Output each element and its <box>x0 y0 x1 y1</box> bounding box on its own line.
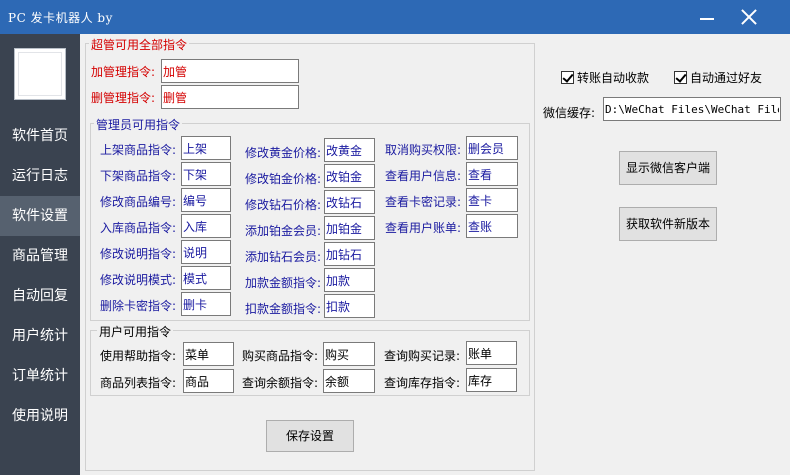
admin-input[interactable] <box>181 240 231 264</box>
user-label: 使用帮助指令: <box>100 349 177 363</box>
auto-friend-checkbox[interactable]: 自动通过好友 <box>674 69 762 86</box>
user-legend: 用户可用指令 <box>97 323 174 340</box>
admin-label: 修改说明模式: <box>100 273 177 287</box>
save-settings-button[interactable]: 保存设置 <box>266 420 354 452</box>
user-input[interactable] <box>183 342 234 366</box>
user-input[interactable] <box>466 368 517 392</box>
admin-label: 删除卡密指令: <box>100 299 177 313</box>
user-label: 商品列表指令: <box>100 376 177 390</box>
user-label: 查询余额指令: <box>242 376 319 390</box>
checkbox-check-icon <box>674 71 687 84</box>
admin-label: 修改钻石价格: <box>245 198 322 212</box>
admin-label: 查看卡密记录: <box>385 195 462 209</box>
admin-label: 取消购买权限: <box>385 143 462 157</box>
del-admin-input[interactable] <box>161 85 299 109</box>
settings-panel: 超管可用全部指令 加管理指令: 删管理指令: 管理员可用指令 上架商品指令: 下… <box>80 34 790 475</box>
admin-input[interactable] <box>181 188 231 212</box>
admin-input[interactable] <box>324 242 375 266</box>
sidebar-item-order-stats[interactable]: 订单统计 <box>0 356 80 396</box>
admin-label: 修改黄金价格: <box>245 146 322 160</box>
admin-input[interactable] <box>466 136 518 160</box>
checkbox-check-icon <box>561 71 574 84</box>
admin-input[interactable] <box>181 162 231 186</box>
auto-friend-label: 自动通过好友 <box>690 71 763 85</box>
admin-legend: 管理员可用指令 <box>94 116 183 133</box>
sidebar-item-settings[interactable]: 软件设置 <box>0 196 80 236</box>
admin-label: 添加钻石会员: <box>245 250 322 264</box>
admin-input[interactable] <box>466 214 518 238</box>
sidebar-item-home[interactable]: 软件首页 <box>0 116 80 156</box>
get-new-version-button[interactable]: 获取软件新版本 <box>619 207 717 241</box>
admin-label: 上架商品指令: <box>100 143 177 157</box>
admin-label: 修改说明指令: <box>100 247 177 261</box>
admin-input[interactable] <box>324 294 375 318</box>
del-admin-label: 删管理指令: <box>91 91 156 105</box>
admin-label: 修改商品编号: <box>100 195 177 209</box>
user-input[interactable] <box>323 369 375 393</box>
show-wechat-client-button[interactable]: 显示微信客户端 <box>619 151 717 185</box>
admin-label: 下架商品指令: <box>100 169 177 183</box>
auto-transfer-label: 转账自动收款 <box>577 71 650 85</box>
sidebar-item-help[interactable]: 使用说明 <box>0 396 80 436</box>
sidebar-item-user-stats[interactable]: 用户统计 <box>0 316 80 356</box>
window-title: PC 发卡机器人 by <box>8 11 113 25</box>
user-input[interactable] <box>466 341 517 365</box>
admin-label: 添加铂金会员: <box>245 224 322 238</box>
user-label: 查询购买记录: <box>384 349 461 363</box>
add-admin-input[interactable] <box>161 59 299 83</box>
admin-input[interactable] <box>324 268 375 292</box>
auto-transfer-checkbox[interactable]: 转账自动收款 <box>561 69 649 86</box>
admin-input[interactable] <box>181 292 231 316</box>
user-label: 查询库存指令: <box>384 376 461 390</box>
admin-label: 扣款金额指令: <box>245 302 322 316</box>
admin-input[interactable] <box>466 188 518 212</box>
sidebar-item-products[interactable]: 商品管理 <box>0 236 80 276</box>
sidebar-item-log[interactable]: 运行日志 <box>0 156 80 196</box>
sidebar: 软件首页 运行日志 软件设置 商品管理 自动回复 用户统计 订单统计 使用说明 <box>0 34 80 475</box>
super-admin-legend: 超管可用全部指令 <box>89 36 190 53</box>
user-input[interactable] <box>183 369 234 393</box>
sidebar-item-auto-reply[interactable]: 自动回复 <box>0 276 80 316</box>
admin-input[interactable] <box>324 164 375 188</box>
add-admin-label: 加管理指令: <box>91 65 156 79</box>
user-label: 购买商品指令: <box>242 349 319 363</box>
admin-input[interactable] <box>181 136 231 160</box>
admin-input[interactable] <box>324 138 375 162</box>
app-logo <box>14 48 66 100</box>
admin-input[interactable] <box>181 214 231 238</box>
admin-input[interactable] <box>324 190 375 214</box>
admin-label: 修改铂金价格: <box>245 172 322 186</box>
admin-label: 入库商品指令: <box>100 221 177 235</box>
title-bar: PC 发卡机器人 by <box>0 0 790 34</box>
admin-label: 加款金额指令: <box>245 276 322 290</box>
admin-label: 查看用户信息: <box>385 169 462 183</box>
minimize-icon[interactable] <box>694 6 720 28</box>
admin-input[interactable] <box>324 216 375 240</box>
admin-input[interactable] <box>466 162 518 186</box>
close-icon[interactable] <box>736 6 762 28</box>
admin-label: 查看用户账单: <box>385 221 462 235</box>
wechat-cache-input[interactable] <box>603 97 781 121</box>
admin-input[interactable] <box>181 266 231 290</box>
wechat-cache-label: 微信缓存: <box>543 106 596 120</box>
user-input[interactable] <box>323 342 375 366</box>
